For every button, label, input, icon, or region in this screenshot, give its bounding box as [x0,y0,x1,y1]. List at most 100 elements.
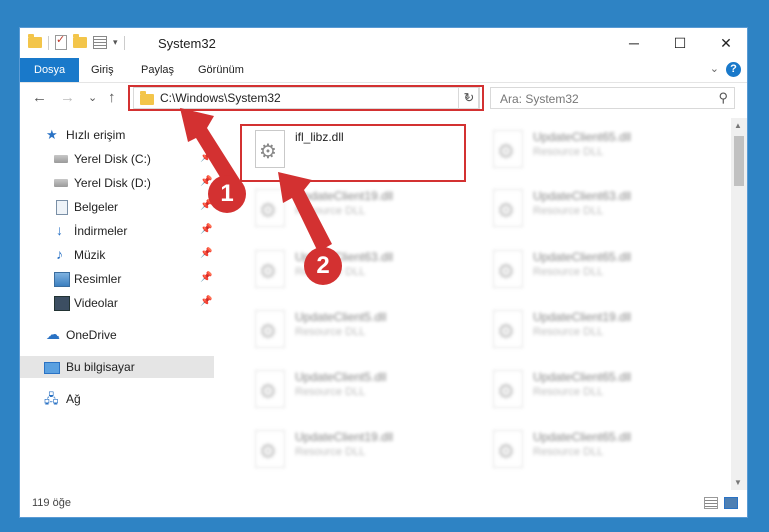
file-name: UpdateClient65.dll [533,430,632,444]
file-explorer-window: ▾ System32 ─ ☐ ✕ Dosya Giriş Paylaş Görü… [19,27,748,518]
list-item[interactable]: UpdateClient5.dll Resource DLL [245,304,475,358]
dll-file-icon [493,130,523,168]
tab-file[interactable]: Dosya [20,58,80,82]
cloud-icon: ☁ [46,326,60,342]
download-icon: ↓ [56,222,63,238]
recent-locations-button[interactable]: ⌄ [88,91,97,104]
file-name: UpdateClient19.dll [295,430,394,444]
sidebar-item-network[interactable]: 🖧 Ağ [20,388,214,410]
file-name: UpdateClient63.dll [533,189,632,203]
back-button[interactable]: ← [32,89,47,106]
sidebar-item-music[interactable]: ♪ Müzik 📌 [20,244,214,266]
close-button[interactable]: ✕ [703,28,747,58]
file-description: Resource DLL [295,386,366,398]
sidebar-item-disk-c[interactable]: Yerel Disk (C:) 📌 [20,148,214,170]
sidebar-item-label: Resimler [74,272,122,286]
list-item[interactable]: UpdateClient19.dll Resource DLL [245,424,475,478]
sidebar-item-videos[interactable]: Videolar 📌 [20,292,214,314]
sidebar-item-label: Ağ [66,392,81,406]
file-name: UpdateClient19.dll [533,310,632,324]
sidebar-item-label: Yerel Disk (D:) [74,176,151,190]
pin-icon[interactable]: 📌 [200,224,212,235]
pin-icon[interactable]: 📌 [200,248,212,259]
new-folder-icon[interactable] [73,34,87,48]
search-box[interactable]: Ara: System32 ⚲ [490,87,735,109]
list-item[interactable]: UpdateClient65.dll Resource DLL [483,364,713,418]
sidebar-item-onedrive[interactable]: ☁ OneDrive [20,324,214,346]
minimize-button[interactable]: ─ [611,28,657,58]
pin-icon[interactable]: 📌 [200,296,212,307]
tab-home[interactable]: Giriş [91,58,114,82]
sidebar-item-label: Belgeler [74,200,119,214]
pin-icon[interactable]: 📌 [200,272,212,283]
dll-file-icon [255,310,285,348]
tab-view[interactable]: Görünüm [198,58,244,82]
properties-check-icon[interactable] [55,33,67,50]
up-button[interactable]: ↑ [108,89,116,106]
sidebar-item-label: İndirmeler [74,224,128,238]
sidebar-item-disk-d[interactable]: Yerel Disk (D:) 📌 [20,172,214,194]
status-bar: 119 öğe [20,491,747,517]
large-icons-view-icon[interactable] [724,497,738,509]
forward-button[interactable]: → [60,89,75,106]
navigation-pane: ★ Hızlı erişim Yerel Disk (C:) 📌 Yerel D… [20,124,214,484]
quick-access-toolbar: ▾ [28,33,125,50]
list-item[interactable]: UpdateClient63.dll Resource DLL [483,183,713,237]
sidebar-item-label: OneDrive [66,328,117,342]
file-description: Resource DLL [533,446,604,458]
file-name: UpdateClient5.dll [295,310,387,324]
scroll-up-icon[interactable]: ▲ [734,121,742,130]
list-item[interactable]: UpdateClient63.dll Resource DLL [245,244,475,298]
window-title: System32 [158,36,216,51]
ribbon-tabs: Dosya Giriş Paylaş Görünüm ⌄ ? [20,58,747,83]
dll-file-icon [493,370,523,408]
document-icon [56,200,68,215]
sidebar-item-label: Hızlı erişim [66,128,126,142]
separator [48,35,49,50]
sidebar-item-downloads[interactable]: ↓ İndirmeler 📌 [20,220,214,242]
item-count: 119 öğe [32,497,71,509]
music-icon: ♪ [56,246,63,262]
file-description: Resource DLL [295,205,366,217]
chevron-down-icon[interactable]: ▾ [113,37,118,48]
maximize-button[interactable]: ☐ [657,28,703,58]
network-icon: 🖧 [44,391,59,406]
folder-icon[interactable] [28,34,42,48]
search-icon[interactable]: ⚲ [718,90,728,106]
dll-file-icon [255,370,285,408]
list-item[interactable]: UpdateClient65.dll Resource DLL [483,424,713,478]
vertical-scrollbar[interactable]: ▲ ▼ [731,118,747,490]
file-name: UpdateClient19.dll [295,189,394,203]
details-view-icon[interactable] [704,497,718,509]
search-input[interactable]: Ara: System32 [500,92,579,106]
navigation-bar: ← → ⌄ ↑ C:\Windows\System32 ⌄ ↻ Ara: Sys… [20,83,747,117]
properties-icon[interactable] [93,36,107,49]
file-name: UpdateClient65.dll [533,130,632,144]
pictures-icon [54,272,70,287]
sidebar-item-label: Müzik [74,248,106,262]
file-description: Resource DLL [295,446,366,458]
dll-file-icon [493,189,523,227]
list-item[interactable]: UpdateClient19.dll Resource DLL [245,183,475,237]
tab-share[interactable]: Paylaş [141,58,174,82]
sidebar-item-this-pc[interactable]: Bu bilgisayar [20,356,214,378]
dll-file-icon [493,310,523,348]
scrollbar-thumb[interactable] [734,136,744,186]
star-icon: ★ [46,127,58,142]
list-item[interactable]: UpdateClient65.dll Resource DLL [483,124,713,178]
list-item[interactable]: UpdateClient19.dll Resource DLL [483,304,713,358]
title-bar: ▾ System32 ─ ☐ ✕ [20,28,747,58]
help-icon[interactable]: ? [726,62,741,77]
file-description: Resource DLL [533,205,604,217]
file-description: Resource DLL [533,326,604,338]
sidebar-item-pictures[interactable]: Resimler 📌 [20,268,214,290]
list-item[interactable]: UpdateClient5.dll Resource DLL [245,364,475,418]
dll-file-icon [493,430,523,468]
scroll-down-icon[interactable]: ▼ [734,478,742,487]
sidebar-item-quick-access[interactable]: ★ Hızlı erişim [20,124,214,146]
sidebar-item-label: Bu bilgisayar [66,360,135,374]
pin-icon[interactable]: 📌 [200,152,212,163]
list-item[interactable]: UpdateClient65.dll Resource DLL [483,244,713,298]
sidebar-item-documents[interactable]: Belgeler 📌 [20,196,214,218]
ribbon-expand-icon[interactable]: ⌄ [710,62,719,75]
